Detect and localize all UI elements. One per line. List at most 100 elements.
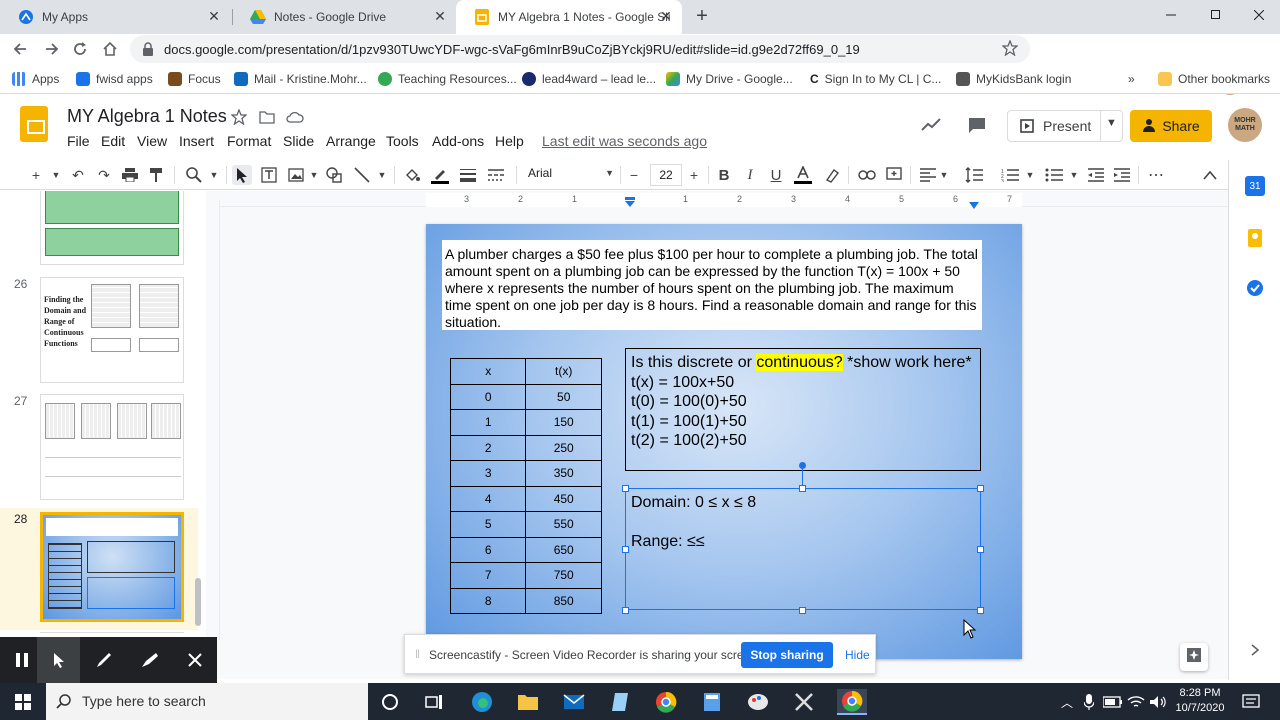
document-title[interactable]: MY Algebra 1 Notes bbox=[67, 106, 227, 127]
cloud-status-icon[interactable] bbox=[286, 108, 304, 126]
menu-view[interactable]: View bbox=[137, 133, 167, 149]
domain-range-box[interactable]: Domain: 0 ≤ x ≤ 8 Range: ≤≤ bbox=[625, 488, 981, 610]
mail-icon[interactable] bbox=[561, 689, 587, 715]
resize-handle[interactable] bbox=[799, 485, 806, 492]
minimize-icon[interactable] bbox=[1148, 0, 1194, 30]
bookmarks-overflow-icon[interactable]: » bbox=[1128, 70, 1135, 88]
chrome-taskbar-icon[interactable] bbox=[653, 689, 679, 715]
collapse-toolbar-icon[interactable] bbox=[1200, 165, 1220, 185]
address-bar[interactable]: docs.google.com/presentation/d/1pzv930TU… bbox=[130, 35, 1030, 63]
snipping-tool-icon[interactable] bbox=[791, 689, 817, 715]
image-dropdown-icon[interactable]: ▼ bbox=[304, 165, 324, 185]
back-icon[interactable] bbox=[8, 37, 32, 61]
system-clock[interactable]: 8:28 PM 10/7/2020 bbox=[1168, 686, 1232, 716]
numbered-list-dropdown-icon[interactable]: ▼ bbox=[1020, 165, 1040, 185]
drag-handle-icon[interactable]: ‖ bbox=[415, 647, 420, 661]
filmstrip-scrollbar[interactable] bbox=[195, 578, 201, 626]
resize-handle[interactable] bbox=[977, 485, 984, 492]
value-table[interactable]: x t(x) 0 50 1 150 2 250 3 350 4 450 5 550 6 650 7 750 8 850 bbox=[449, 358, 602, 614]
slide-thumbnail[interactable] bbox=[40, 191, 184, 265]
table-cell[interactable]: 350 bbox=[525, 460, 602, 487]
calculator-icon[interactable] bbox=[699, 689, 725, 715]
italic-icon[interactable]: I bbox=[740, 165, 760, 185]
line-spacing-icon[interactable] bbox=[964, 165, 984, 185]
table-cell[interactable]: 6 bbox=[449, 536, 527, 563]
cortana-icon[interactable] bbox=[377, 689, 403, 715]
edge-icon[interactable] bbox=[469, 689, 495, 715]
resize-handle[interactable] bbox=[977, 607, 984, 614]
menu-arrange[interactable]: Arrange bbox=[326, 133, 376, 149]
chrome-active-taskbar-icon[interactable] bbox=[837, 689, 867, 715]
font-family-select[interactable]: Arial ▼ bbox=[528, 166, 616, 184]
text-color-icon[interactable] bbox=[793, 165, 813, 185]
table-cell[interactable]: 650 bbox=[525, 536, 602, 563]
bookmark-other-bookmarks[interactable]: Other bookmarks bbox=[1158, 70, 1270, 88]
bookmark-star-icon[interactable] bbox=[1001, 39, 1019, 61]
highlight-color-icon[interactable] bbox=[822, 165, 842, 185]
font-size-field[interactable]: 22 bbox=[650, 164, 682, 186]
decrease-font-size-icon[interactable]: − bbox=[624, 165, 644, 185]
paint-format-icon[interactable] bbox=[146, 165, 166, 185]
resize-handle[interactable] bbox=[622, 607, 629, 614]
border-weight-icon[interactable] bbox=[458, 165, 478, 185]
cursor-tool-icon[interactable] bbox=[37, 637, 80, 683]
fill-color-icon[interactable] bbox=[402, 165, 422, 185]
indent-marker-icon[interactable] bbox=[625, 194, 635, 212]
side-panel-expand-icon[interactable] bbox=[1245, 640, 1265, 660]
bookmark-mail[interactable]: Mail - Kristine.Mohr... bbox=[234, 70, 367, 88]
tasks-icon[interactable] bbox=[1245, 278, 1265, 298]
table-cell[interactable]: 50 bbox=[525, 383, 602, 410]
problem-text-box[interactable]: A plumber charges a $50 fee plus $100 pe… bbox=[442, 240, 982, 330]
slide-thumbnail[interactable]: Finding the Domain and Range of Continuo… bbox=[40, 277, 184, 383]
move-folder-icon[interactable] bbox=[258, 108, 276, 126]
bulleted-list-icon[interactable] bbox=[1044, 165, 1064, 185]
table-cell[interactable]: 2 bbox=[449, 434, 527, 461]
file-explorer-icon[interactable] bbox=[515, 689, 541, 715]
table-cell[interactable]: 0 bbox=[449, 383, 527, 410]
menu-slide[interactable]: Slide bbox=[283, 133, 314, 149]
slide-thumbnail[interactable] bbox=[40, 394, 184, 500]
range-line[interactable]: Range: ≤≤ bbox=[631, 533, 975, 552]
share-button[interactable]: Share bbox=[1130, 110, 1212, 142]
stop-sharing-button[interactable]: Stop sharing bbox=[741, 642, 833, 668]
insert-image-icon[interactable] bbox=[286, 165, 306, 185]
menu-insert[interactable]: Insert bbox=[179, 133, 214, 149]
comments-icon[interactable] bbox=[966, 116, 988, 134]
keep-icon[interactable] bbox=[1245, 228, 1265, 248]
shape-icon[interactable] bbox=[324, 165, 344, 185]
table-header-cell[interactable]: x bbox=[449, 358, 527, 385]
border-dash-icon[interactable] bbox=[486, 165, 506, 185]
reload-icon[interactable] bbox=[68, 37, 92, 61]
menu-tools[interactable]: Tools bbox=[386, 133, 419, 149]
last-edit-status[interactable]: Last edit was seconds ago bbox=[542, 133, 707, 149]
tab-google-drive[interactable]: Notes - Google Drive ✕ bbox=[232, 0, 456, 34]
table-cell[interactable]: 850 bbox=[525, 587, 602, 614]
bookmark-mykidsbank[interactable]: MyKidsBank login bbox=[956, 70, 1071, 88]
underline-icon[interactable]: U bbox=[766, 165, 786, 185]
bookmark-apps[interactable]: Apps bbox=[12, 70, 59, 88]
undo-icon[interactable]: ↶ bbox=[68, 165, 88, 185]
more-options-icon[interactable]: ⋯ bbox=[1146, 165, 1166, 185]
resize-handle[interactable] bbox=[622, 485, 629, 492]
tab-close-icon[interactable]: ✕ bbox=[206, 8, 222, 24]
task-view-icon[interactable] bbox=[421, 689, 447, 715]
zoom-icon[interactable] bbox=[184, 165, 204, 185]
slide-thumbnail[interactable] bbox=[40, 632, 184, 633]
table-cell[interactable]: 150 bbox=[525, 409, 602, 436]
paint-app-icon[interactable] bbox=[745, 689, 771, 715]
explore-button[interactable] bbox=[1180, 643, 1208, 671]
bookmark-fwisd-apps[interactable]: fwisd apps bbox=[76, 70, 153, 88]
menu-edit[interactable]: Edit bbox=[101, 133, 125, 149]
forward-icon[interactable] bbox=[40, 37, 64, 61]
bold-icon[interactable]: B bbox=[714, 165, 734, 185]
menu-format[interactable]: Format bbox=[227, 133, 271, 149]
menu-help[interactable]: Help bbox=[495, 133, 524, 149]
windows-start-icon[interactable] bbox=[10, 689, 36, 715]
bookmark-my-drive[interactable]: My Drive - Google... bbox=[666, 70, 793, 88]
tab-algebra-notes[interactable]: MY Algebra 1 Notes - Google Slid ✕ bbox=[456, 0, 682, 34]
activity-trend-icon[interactable] bbox=[920, 116, 942, 134]
close-annotation-icon[interactable] bbox=[173, 637, 216, 683]
resize-handle[interactable] bbox=[622, 546, 629, 553]
notes-app-icon[interactable] bbox=[607, 689, 633, 715]
table-cell[interactable]: 1 bbox=[449, 409, 527, 436]
